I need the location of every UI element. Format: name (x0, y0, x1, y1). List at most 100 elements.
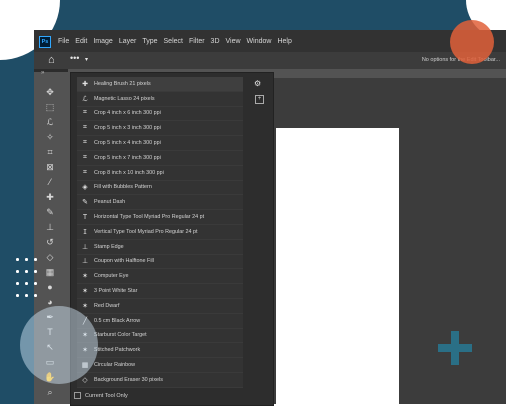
vertical-type-icon: ⵊ (83, 228, 87, 236)
menu-image[interactable]: Image (93, 38, 112, 45)
options-bar: ⌂ ••• ▾ No options for the Edit Toolbar.… (34, 52, 506, 69)
menu-file[interactable]: File (58, 38, 69, 45)
preset-item[interactable]: ✶ 3 Point White Star (77, 284, 243, 299)
preset-label: Crop 5 inch x 3 inch 300 ppi (94, 125, 161, 132)
preset-label: Fill with Bubbles Pattern (94, 184, 152, 191)
preset-label: Stitched Patchwork (94, 347, 141, 354)
document-canvas[interactable] (276, 128, 399, 404)
preset-label: Computer Eye (94, 273, 129, 280)
preset-label: Background Eraser 30 pixels (94, 376, 163, 383)
preset-item[interactable]: ⌗ Crop 4 inch x 6 inch 300 ppi (77, 106, 243, 122)
preset-item[interactable]: ⵊ Vertical Type Tool Myriad Pro Regular 2… (77, 224, 243, 240)
decorative-plus-icon (438, 331, 472, 365)
menu-select[interactable]: Select (164, 38, 183, 45)
preset-item[interactable]: ⊥ Stamp Edge (77, 239, 243, 255)
preset-label: Circular Rainbow (94, 362, 136, 369)
chevron-down-icon[interactable]: ▾ (85, 56, 88, 63)
decorative-orange-circle (450, 20, 494, 64)
preset-label: 3 Point White Star (94, 288, 138, 295)
preset-item[interactable]: ╱ 0.5 cm Black Arrow (77, 313, 243, 329)
preset-item[interactable]: ⌗ Crop 5 inch x 7 inch 300 ppi (77, 150, 243, 166)
brush-icon[interactable]: ✎ (43, 206, 57, 218)
preset-item[interactable]: ✶ Stitched Patchwork (77, 343, 243, 359)
preset-item[interactable]: ◈ Fill with Bubbles Pattern (77, 180, 243, 196)
more-tools-icon[interactable]: ••• (70, 53, 79, 63)
toolbar-header (34, 69, 68, 72)
preset-label: Coupon with Halftone Fill (94, 258, 154, 265)
marquee-icon[interactable]: ⬚ (43, 101, 57, 113)
crop-icon: ⌗ (83, 124, 87, 132)
menu-type[interactable]: Type (142, 38, 157, 45)
lasso-icon[interactable]: ℒ (43, 116, 57, 128)
decorative-light-circle (20, 306, 98, 384)
crop-icon: ⌗ (83, 153, 87, 161)
menu-filter[interactable]: Filter (189, 38, 205, 45)
preset-item[interactable]: ⌗ Crop 5 inch x 3 inch 300 ppi (77, 121, 243, 137)
crop-icon: ⌗ (83, 168, 87, 176)
preset-label: Healing Brush 21 pixels (94, 80, 151, 87)
crop-icon: ⌗ (83, 109, 87, 117)
menu-bar: Ps File Edit Image Layer Type Select Fil… (34, 30, 506, 52)
preset-item[interactable]: ℒ Magnetic Lasso 24 pixels (77, 91, 243, 107)
gear-icon[interactable]: ⚙ (254, 79, 261, 88)
preset-item[interactable]: T Horizontal Type Tool Myriad Pro Regular… (77, 210, 243, 225)
menu-items: File Edit Image Layer Type Select Filter… (58, 30, 292, 52)
home-icon[interactable]: ⌂ (48, 54, 55, 67)
preset-item[interactable]: ⌗ Crop 5 inch x 4 inch 300 ppi (77, 136, 243, 151)
preset-label: Horizontal Type Tool Myriad Pro Regular … (94, 214, 205, 221)
preset-label: 0.5 cm Black Arrow (94, 317, 141, 324)
shape-icon: ✶ (82, 273, 88, 281)
stamp-icon[interactable]: ⊥ (43, 221, 57, 233)
zoom-icon[interactable]: ⌕ (43, 386, 57, 398)
brush-icon: ✎ (82, 199, 88, 207)
preset-item[interactable]: ⌗ Crop 8 inch x 10 inch 300 ppi (77, 165, 243, 181)
preset-item[interactable]: ✶ Computer Eye (77, 269, 243, 285)
preset-label: Crop 4 inch x 6 inch 300 ppi (94, 110, 161, 117)
menu-window[interactable]: Window (247, 38, 272, 45)
preset-label: Magnetic Lasso 24 pixels (94, 95, 155, 102)
current-tool-only[interactable]: Current Tool Only (74, 392, 128, 399)
preset-label: Crop 8 inch x 10 inch 300 ppi (94, 169, 164, 176)
preset-label: Red Dwarf (94, 302, 120, 309)
preset-label: Peanut Dash (94, 199, 126, 206)
type-icon: T (82, 213, 88, 221)
eraser-icon: ◇ (82, 376, 88, 384)
eyedropper-icon[interactable]: ⁄ (43, 176, 57, 188)
menu-3d[interactable]: 3D (211, 38, 220, 45)
preset-label: Starburst Color Target (94, 332, 147, 339)
preset-item[interactable]: ✶ Red Dwarf (77, 298, 243, 314)
stamp-icon: ⊥ (81, 258, 89, 266)
menu-layer[interactable]: Layer (119, 38, 137, 45)
ps-logo-icon: Ps (39, 36, 51, 48)
crop-icon[interactable]: ⌗ (43, 146, 57, 158)
preset-item[interactable]: ⊥ Coupon with Halftone Fill (77, 254, 243, 270)
magic-wand-icon[interactable]: ✧ (43, 131, 57, 143)
preset-item[interactable]: ✎ Peanut Dash (77, 195, 243, 211)
magnetic-lasso-icon: ℒ (82, 95, 88, 103)
presentation-frame: Ps File Edit Image Layer Type Select Fil… (0, 0, 506, 406)
healing-icon[interactable]: ✚ (43, 191, 57, 203)
menu-edit[interactable]: Edit (75, 38, 87, 45)
checkbox-label: Current Tool Only (85, 392, 128, 399)
preset-item[interactable]: ◇ Background Eraser 30 pixels (77, 372, 243, 388)
preset-item[interactable]: ✚ Healing Brush 21 pixels (77, 77, 243, 92)
decorative-dots (16, 258, 56, 308)
preset-label: Crop 5 inch x 4 inch 300 ppi (94, 140, 161, 147)
preset-list: ✚ Healing Brush 21 pixels ℒ Magnetic Lasso … (77, 77, 243, 388)
preset-label: Vertical Type Tool Myriad Pro Regular 24… (94, 228, 198, 235)
menu-help[interactable]: Help (277, 38, 291, 45)
preset-label: Stamp Edge (94, 243, 124, 250)
crop-icon: ⌗ (83, 139, 87, 147)
history-brush-icon[interactable]: ↺ (43, 236, 57, 248)
preset-item[interactable]: ✶ Starburst Color Target (77, 328, 243, 344)
preset-item[interactable]: ▦ Circular Rainbow (77, 358, 243, 373)
checkbox[interactable] (74, 392, 81, 399)
frame-icon[interactable]: ⊠ (43, 161, 57, 173)
move-icon[interactable]: ✥ (43, 86, 57, 98)
paint-bucket-icon: ◈ (82, 184, 88, 192)
healing-brush-icon: ✚ (82, 80, 88, 88)
collapse-icon[interactable]: » (41, 70, 44, 76)
menu-view[interactable]: View (226, 38, 241, 45)
new-preset-icon[interactable]: + (255, 95, 264, 104)
tool-presets-panel: ✚ Healing Brush 21 pixels ℒ Magnetic Lasso … (70, 72, 274, 406)
